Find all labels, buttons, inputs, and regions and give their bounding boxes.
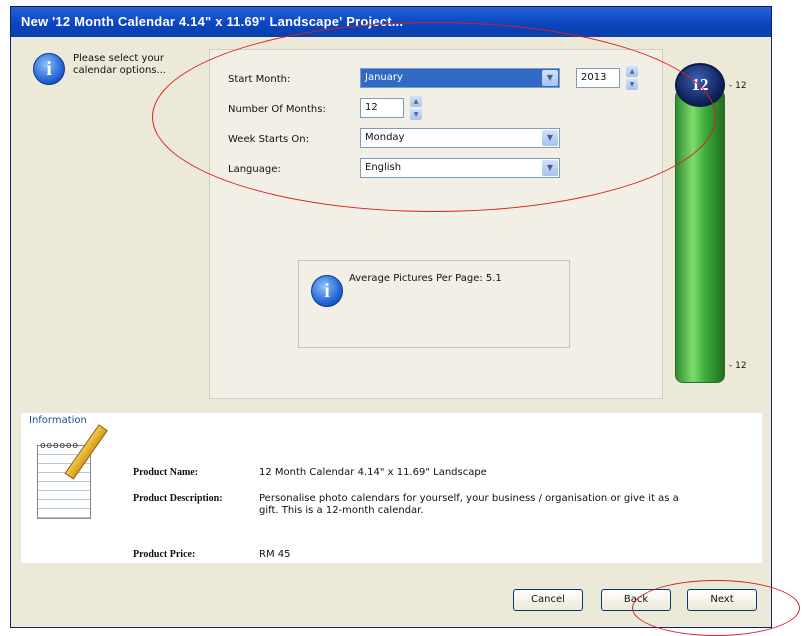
product-name-label: Product Name: (133, 467, 199, 478)
language-value: English (365, 162, 402, 173)
spin-up-icon[interactable]: ▲ (410, 96, 422, 107)
language-label: Language: (228, 164, 281, 175)
start-month-select[interactable]: January ▼ (360, 68, 560, 88)
num-months-label: Number Of Months: (228, 104, 326, 115)
gauge-top-label: - 12 (729, 81, 747, 91)
info-icon: i (311, 275, 343, 307)
spin-down-icon[interactable]: ▼ (626, 79, 638, 90)
page-count-gauge (675, 89, 725, 383)
spin-down-icon[interactable]: ▼ (410, 109, 422, 120)
gauge-cap: 12 (675, 63, 725, 107)
prompt-text: Please select your calendar options... (73, 53, 167, 76)
spin-up-icon[interactable]: ▲ (626, 66, 638, 77)
dropdown-arrow-icon[interactable]: ▼ (542, 160, 558, 176)
product-price-value: RM 45 (259, 549, 291, 560)
average-pictures-text: Average Pictures Per Page: 5.1 (349, 273, 502, 284)
start-month-label: Start Month: (228, 74, 291, 85)
dropdown-arrow-icon[interactable]: ▼ (542, 70, 558, 86)
options-form: Start Month: January ▼ 2013 ▲ ▼ Number O… (209, 49, 663, 399)
calendar-options-panel: i Please select your calendar options...… (21, 49, 762, 407)
information-title: Information (29, 415, 87, 426)
cancel-button[interactable]: Cancel (513, 589, 583, 611)
title-bar[interactable]: New '12 Month Calendar 4.14" x 11.69" La… (11, 7, 771, 37)
product-description-label: Product Description: (133, 493, 223, 504)
product-price-label: Product Price: (133, 549, 196, 560)
average-pictures-box: i Average Pictures Per Page: 5.1 (298, 260, 570, 348)
product-name-value: 12 Month Calendar 4.14" x 11.69" Landsca… (259, 467, 487, 478)
next-button[interactable]: Next (687, 589, 757, 611)
num-months-spinner[interactable]: ▲ ▼ (410, 96, 422, 120)
info-icon: i (33, 53, 65, 85)
back-button[interactable]: Back (601, 589, 671, 611)
dropdown-arrow-icon[interactable]: ▼ (542, 130, 558, 146)
dialog-footer: Cancel Back Next (11, 571, 771, 627)
week-starts-label: Week Starts On: (228, 134, 309, 145)
product-description-value: Personalise photo calendars for yourself… (259, 493, 679, 516)
window-title: New '12 Month Calendar 4.14" x 11.69" La… (21, 14, 404, 29)
week-starts-value: Monday (365, 132, 405, 143)
language-select[interactable]: English ▼ (360, 158, 560, 178)
start-month-value: January (365, 72, 403, 83)
year-value: 2013 (581, 72, 607, 83)
year-input[interactable]: 2013 (576, 68, 620, 88)
project-dialog: New '12 Month Calendar 4.14" x 11.69" La… (10, 6, 772, 628)
num-months-value: 12 (365, 102, 378, 113)
week-starts-select[interactable]: Monday ▼ (360, 128, 560, 148)
gauge-bottom-label: - 12 (729, 361, 747, 371)
information-section: Information oooooo Product Name: 12 Mont… (21, 413, 762, 563)
year-spinner[interactable]: ▲ ▼ (626, 66, 638, 90)
notepad-rings: oooooo (40, 441, 80, 451)
num-months-input[interactable]: 12 (360, 98, 404, 118)
